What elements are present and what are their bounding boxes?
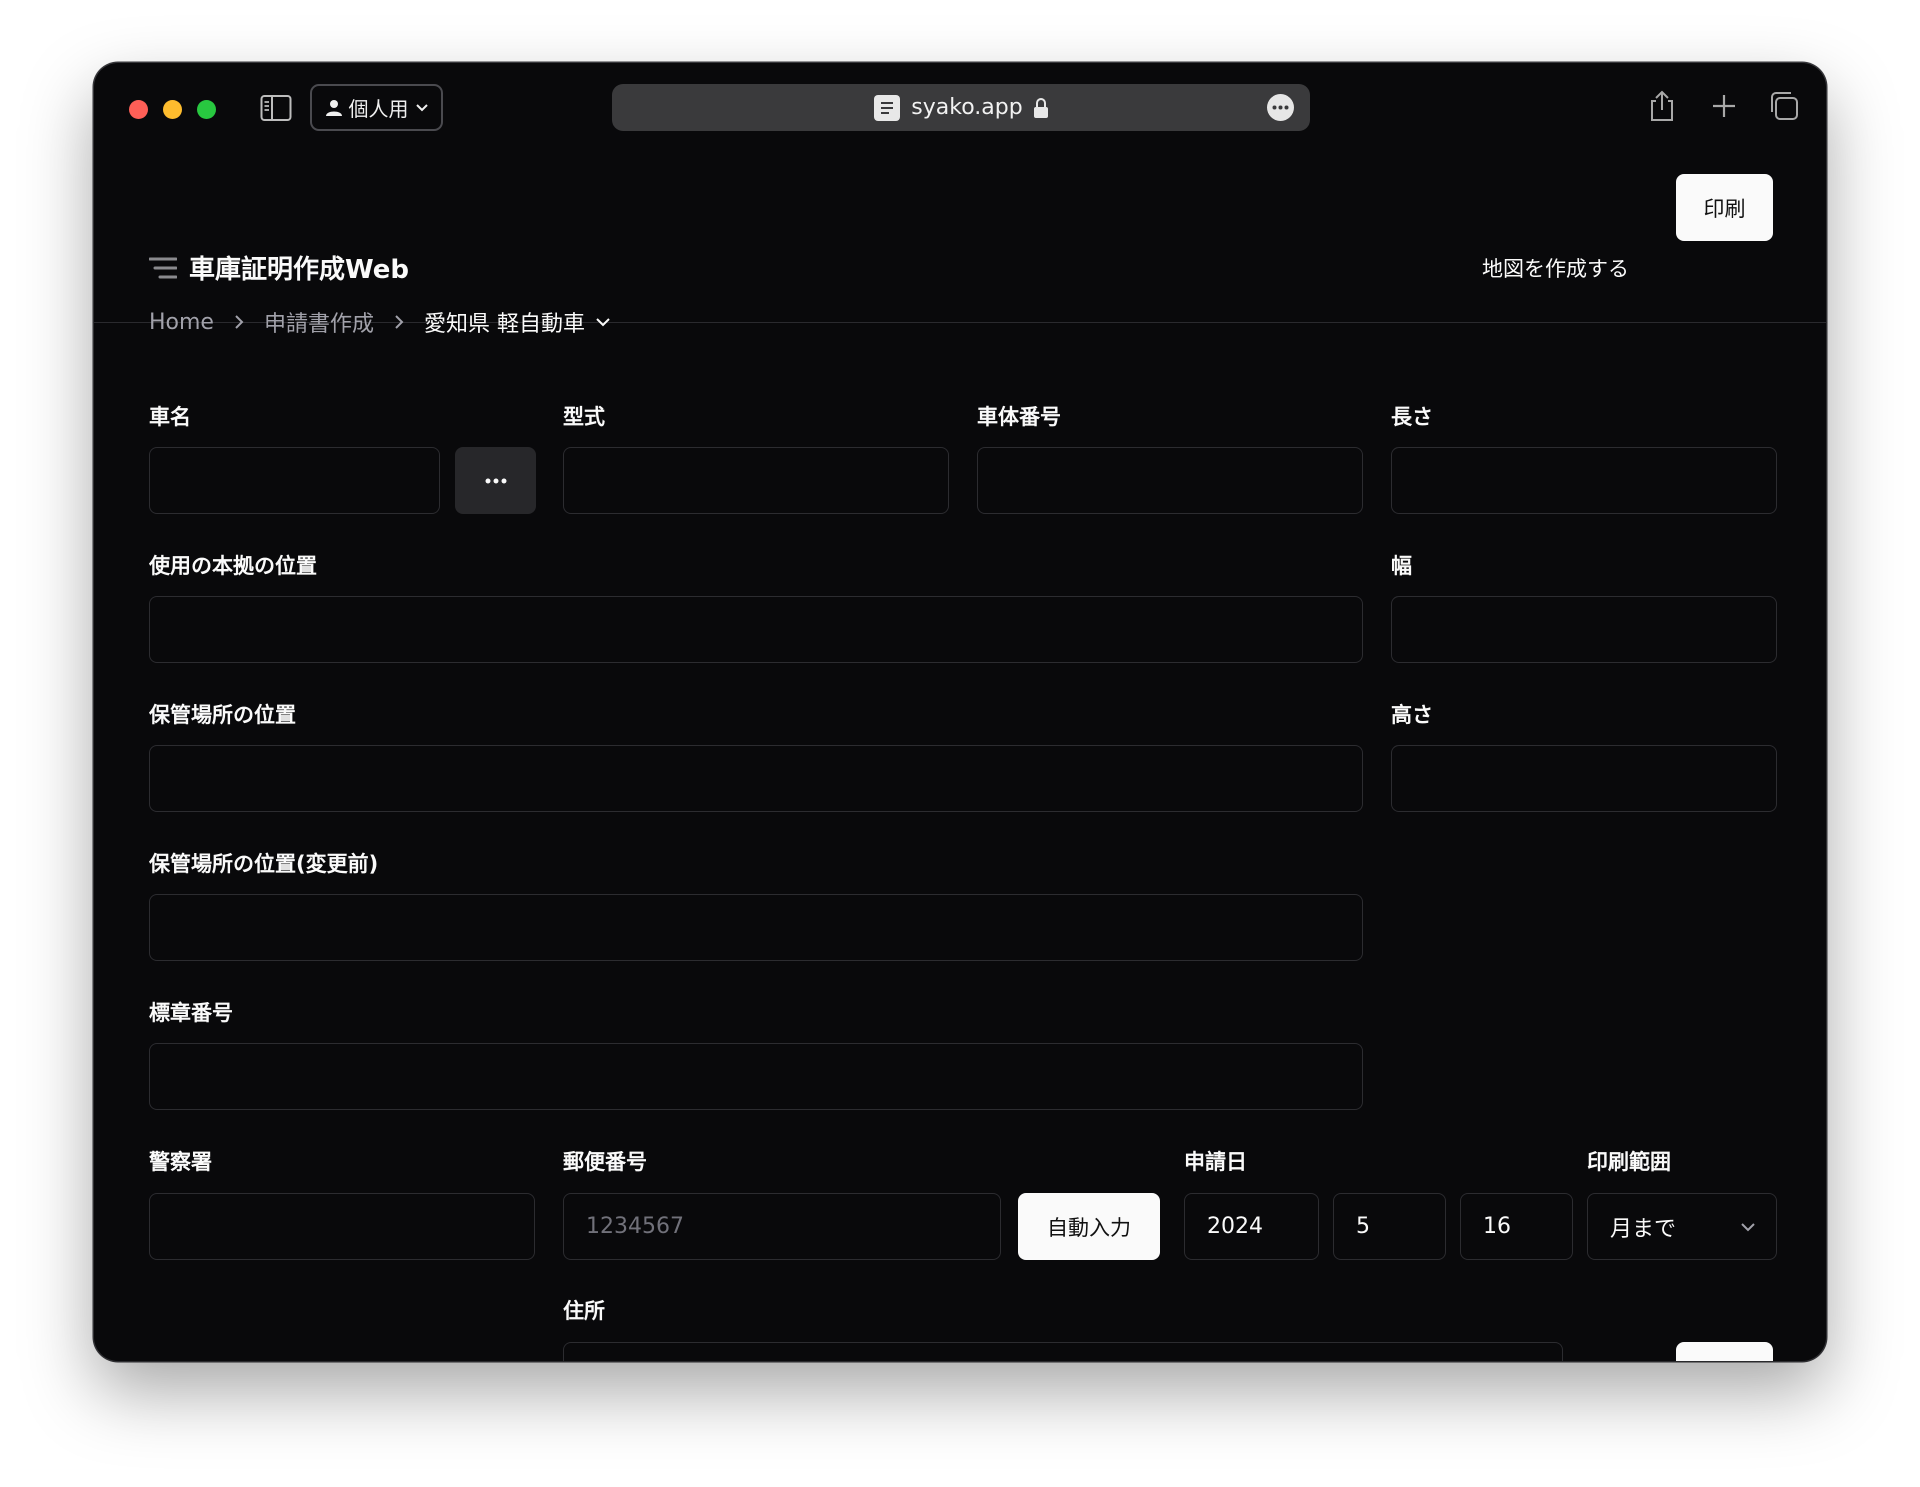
chevron-down-icon <box>1741 1222 1755 1231</box>
autofill-button[interactable]: 自動入力 <box>1018 1193 1160 1260</box>
breadcrumb-step[interactable]: 申請書作成 <box>264 306 374 338</box>
lock-icon <box>1033 97 1048 118</box>
create-map-link[interactable]: 地図を作成する <box>1482 253 1629 283</box>
ellipsis-icon <box>485 478 506 483</box>
plate-number-input[interactable] <box>149 1043 1363 1110</box>
postal-code-label: 郵便番号 <box>563 1150 647 1174</box>
base-location-label: 使用の本拠の位置 <box>149 554 317 578</box>
width-input[interactable] <box>1391 596 1777 663</box>
chevron-down-icon <box>596 318 610 327</box>
breadcrumb: Home 申請書作成 愛知県 軽自動車 <box>149 306 611 338</box>
storage-location-input[interactable] <box>149 745 1363 812</box>
close-window-button[interactable] <box>129 100 148 119</box>
app-title: 車庫証明作成Web <box>189 255 409 285</box>
address-label: 住所 <box>563 1299 605 1323</box>
car-name-label: 車名 <box>149 405 191 429</box>
address-bar[interactable]: syako.app <box>612 84 1310 131</box>
length-input[interactable] <box>1391 447 1777 514</box>
person-icon <box>325 99 342 116</box>
app-header: 車庫証明作成Web <box>94 153 1826 323</box>
title-bar: 個人用 syako.app <box>94 63 1826 153</box>
model-label: 型式 <box>563 405 605 429</box>
police-station-label: 警察署 <box>149 1150 212 1174</box>
application-date-label: 申請日 <box>1184 1150 1247 1174</box>
page-icon <box>874 94 901 121</box>
chevron-right-icon <box>394 314 404 330</box>
breadcrumb-current-dropdown[interactable]: 愛知県 軽自動車 <box>424 306 611 338</box>
print-button[interactable]: 印刷 <box>1676 174 1773 241</box>
profile-label: 個人用 <box>348 97 409 121</box>
application-month-input[interactable]: 5 <box>1333 1193 1446 1260</box>
storage-location-label: 保管場所の位置 <box>149 703 296 727</box>
address-search-button[interactable] <box>1676 1342 1773 1361</box>
sidebar-toggle-icon[interactable] <box>260 94 292 122</box>
height-label: 高さ <box>1391 703 1433 727</box>
postal-code-input[interactable]: 1234567 <box>563 1193 1001 1260</box>
minimize-window-button[interactable] <box>163 100 182 119</box>
menu-icon <box>149 257 177 278</box>
profile-button[interactable]: 個人用 <box>310 84 443 131</box>
share-icon[interactable] <box>1645 89 1679 123</box>
new-tab-icon[interactable] <box>1707 89 1741 123</box>
address-input[interactable] <box>563 1342 1563 1361</box>
chevron-right-icon <box>234 314 244 330</box>
police-station-input[interactable] <box>149 1193 535 1260</box>
plate-number-label: 標章番号 <box>149 1001 233 1025</box>
browser-window: 個人用 syako.app 車庫証明作成Web 地図を作成する 印刷 Home … <box>94 63 1826 1361</box>
base-location-input[interactable] <box>149 596 1363 663</box>
application-year-input[interactable]: 2024 <box>1184 1193 1319 1260</box>
url-text: syako.app <box>911 95 1023 120</box>
model-input[interactable] <box>563 447 949 514</box>
chassis-number-input[interactable] <box>977 447 1363 514</box>
storage-location-before-label: 保管場所の位置(変更前) <box>149 852 379 876</box>
breadcrumb-current: 愛知県 軽自動車 <box>423 312 585 337</box>
height-input[interactable] <box>1391 745 1777 812</box>
chevron-down-icon <box>415 103 428 111</box>
tab-overview-icon[interactable] <box>1767 89 1801 123</box>
width-label: 幅 <box>1391 554 1412 578</box>
breadcrumb-home[interactable]: Home <box>149 310 214 335</box>
print-range-select[interactable]: 月まで <box>1587 1193 1777 1260</box>
storage-location-before-input[interactable] <box>149 894 1363 961</box>
brand[interactable]: 車庫証明作成Web <box>149 249 409 286</box>
car-name-input[interactable] <box>149 447 440 514</box>
more-options-icon[interactable] <box>1267 94 1294 121</box>
car-name-options-button[interactable] <box>455 447 536 514</box>
print-range-value: 月まで <box>1610 1216 1677 1242</box>
print-range-label: 印刷範囲 <box>1587 1150 1671 1174</box>
zoom-window-button[interactable] <box>197 100 216 119</box>
length-label: 長さ <box>1391 405 1433 429</box>
application-day-input[interactable]: 16 <box>1460 1193 1573 1260</box>
chassis-number-label: 車体番号 <box>977 405 1061 429</box>
